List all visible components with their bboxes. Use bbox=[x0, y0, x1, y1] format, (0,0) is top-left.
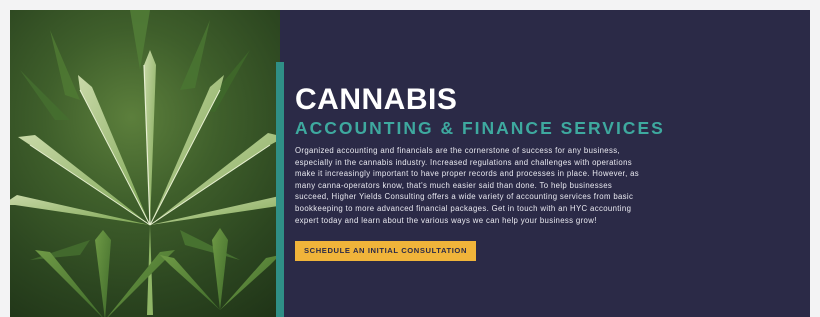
schedule-consultation-button[interactable]: SCHEDULE AN INITIAL CONSULTATION bbox=[295, 241, 476, 262]
cannabis-leaf-photo bbox=[10, 10, 280, 317]
accent-bar bbox=[276, 62, 284, 317]
cannabis-leaf-illustration bbox=[10, 10, 280, 317]
hero-content: CANNABIS ACCOUNTING & FINANCE SERVICES O… bbox=[295, 83, 675, 262]
section-subtitle: ACCOUNTING & FINANCE SERVICES bbox=[295, 118, 665, 138]
page-title: CANNABIS bbox=[295, 83, 458, 116]
hero-description: Organized accounting and financials are … bbox=[295, 146, 640, 225]
hero-section: CANNABIS ACCOUNTING & FINANCE SERVICES O… bbox=[10, 10, 810, 317]
